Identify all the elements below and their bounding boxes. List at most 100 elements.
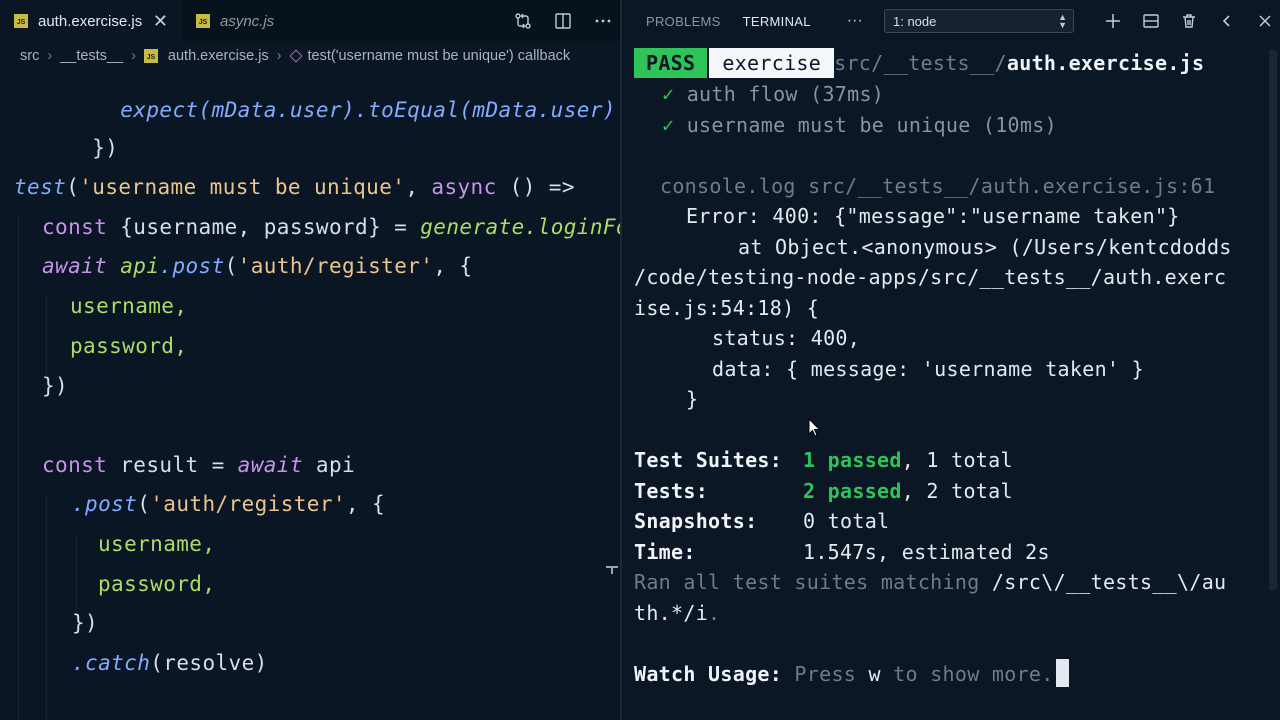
breadcrumb-item[interactable]: __tests__ xyxy=(60,48,123,64)
terminal-text: auth flow (37ms) xyxy=(686,82,885,106)
tab-problems[interactable]: PROBLEMS xyxy=(646,14,721,29)
code-token: }) xyxy=(42,374,69,398)
tab-auth-exercise[interactable]: JS auth.exercise.js ✕ xyxy=(0,0,182,42)
terminal-text: auth.exercise.js xyxy=(1006,51,1205,75)
tab-terminal[interactable]: TERMINAL xyxy=(743,14,811,29)
terminal-line: status: 400, xyxy=(712,323,860,354)
terminal-text: Press xyxy=(782,662,869,686)
code-token: , { xyxy=(345,492,386,516)
code-line: }) xyxy=(42,366,68,406)
code-token: generate.loginForm() xyxy=(420,215,620,239)
breadcrumb-item[interactable]: src xyxy=(20,48,39,64)
terminal-select[interactable]: 1: node ▲ ▼ xyxy=(884,9,1074,33)
code-token: }) xyxy=(72,611,99,635)
terminal-text: Snapshots: xyxy=(634,509,758,533)
code-token: .catch xyxy=(72,651,151,675)
check-icon: ✓ xyxy=(662,113,675,137)
terminal-text: } xyxy=(686,387,699,411)
code-line: expect(mData.user).toEqual(mData.user) xyxy=(42,70,616,122)
trash-icon[interactable] xyxy=(1170,13,1208,29)
terminal-text: data: { message: 'username taken' } xyxy=(712,357,1144,381)
terminal-panel: PROBLEMS TERMINAL ··· 1: node ▲ ▼ PASS exe… xyxy=(622,0,1280,720)
terminal-text: th.*/i xyxy=(634,601,709,625)
mouse-pointer-icon xyxy=(808,417,822,442)
code-line: .catch(resolve) xyxy=(72,643,268,683)
close-icon[interactable]: ✕ xyxy=(153,11,168,32)
code-token: 'auth/register' xyxy=(237,254,434,278)
chevron-right-icon: › xyxy=(47,48,53,64)
plus-icon[interactable] xyxy=(1094,13,1132,29)
code-line: }) xyxy=(14,88,118,160)
close-icon[interactable] xyxy=(1246,13,1280,29)
breadcrumb-symbol[interactable]: test('username must be unique') callback xyxy=(308,48,571,64)
indent-guide xyxy=(46,498,47,720)
js-file-icon: JS xyxy=(14,14,28,28)
terminal-text: Watch Usage: xyxy=(634,662,783,686)
terminal-line: Watch Usage: Press w to show more. xyxy=(634,659,1069,690)
suite-name-badge: exercise xyxy=(709,48,835,78)
code-token: (resolve) xyxy=(150,651,268,675)
terminal-scrollbar[interactable] xyxy=(1269,50,1277,590)
code-token: .post xyxy=(159,254,225,278)
chevron-right-icon: › xyxy=(131,48,136,64)
js-file-icon: JS xyxy=(196,14,210,28)
code-token: api xyxy=(107,254,160,278)
terminal-text: status: 400, xyxy=(712,326,861,350)
terminal-line: Error: 400: {"message":"username taken"} xyxy=(686,201,1180,232)
terminal-line: data: { message: 'username taken' } xyxy=(712,354,1144,385)
code-line: .post('auth/register', { xyxy=(72,484,385,524)
terminal-line: th.*/i. xyxy=(634,598,720,629)
chevron-right-icon: › xyxy=(276,48,282,64)
terminal-line: 0 total xyxy=(803,506,889,537)
open-changes-icon[interactable] xyxy=(514,12,532,30)
code-token: {username, password} = xyxy=(107,215,421,239)
code-token: username, xyxy=(98,532,216,556)
split-icon[interactable] xyxy=(1132,13,1170,29)
terminal-text: 1.547s, estimated 2s xyxy=(803,540,1050,564)
terminal-text: Tests: xyxy=(634,479,709,503)
code-line: username, xyxy=(70,286,187,326)
terminal-select-value: 1: node xyxy=(893,13,937,29)
terminal-text: w xyxy=(868,662,881,686)
terminal-line: Ran all test suites matching /src\/__tes… xyxy=(634,567,1226,598)
terminal-line: 1 passed, 1 total xyxy=(803,445,1013,476)
chevron-left-icon[interactable] xyxy=(1208,13,1246,29)
editor-pane: JS auth.exercise.js ✕ JS async.js src › … xyxy=(0,0,620,720)
code-line: username, xyxy=(98,524,215,564)
terminal-text: . xyxy=(708,601,721,625)
terminal-text: Ran all test suites matching xyxy=(634,570,992,594)
terminal-text: Error: 400: {"message":"username taken"} xyxy=(686,204,1180,228)
more-actions-icon[interactable]: ··· xyxy=(847,12,863,30)
code-token: await xyxy=(237,453,303,477)
code-token: api xyxy=(302,453,356,477)
terminal-text: 2 passed xyxy=(803,479,902,503)
code-token: username, xyxy=(70,294,188,318)
code-token: , { xyxy=(433,254,473,278)
code-line: password, xyxy=(70,326,187,366)
code-token: ( xyxy=(137,492,151,516)
code-token: ( xyxy=(66,175,80,199)
terminal-text: console.log src/__tests__/auth.exercise.… xyxy=(660,174,1216,198)
split-editor-icon[interactable] xyxy=(554,12,572,30)
terminal-line: } xyxy=(686,384,698,415)
code-token: test xyxy=(14,175,67,199)
editor-actions xyxy=(514,0,612,42)
code-token: 'auth/register' xyxy=(150,492,346,516)
terminal-line: /code/testing-node-apps/src/__tests__/au… xyxy=(634,262,1226,293)
breadcrumb-item[interactable]: auth.exercise.js xyxy=(168,48,269,64)
breadcrumb: src › __tests__ › JS auth.exercise.js › … xyxy=(0,42,620,70)
scroll-overflow-icon xyxy=(606,566,618,574)
code-token: () => xyxy=(496,175,575,199)
terminal-line: ise.js:54:18) { xyxy=(634,293,819,324)
terminal-text: at Object.<anonymous> (/Users/kentcdodds xyxy=(738,235,1232,259)
code-token: 'username must be unique' xyxy=(79,175,406,199)
tab-async[interactable]: JS async.js xyxy=(182,0,310,42)
code-line: const result = await api xyxy=(42,445,355,485)
code-token: password, xyxy=(70,334,188,358)
pass-badge: PASS xyxy=(634,48,708,78)
terminal-text: Test Suites: xyxy=(634,448,783,472)
code-token: const xyxy=(42,215,108,239)
terminal-line: PASS exercise src/__tests__/auth.exercise.… xyxy=(634,48,1204,79)
more-actions-icon[interactable] xyxy=(594,12,612,30)
code-area[interactable]: expect(mData.user).toEqual(mData.user) }… xyxy=(0,70,620,720)
